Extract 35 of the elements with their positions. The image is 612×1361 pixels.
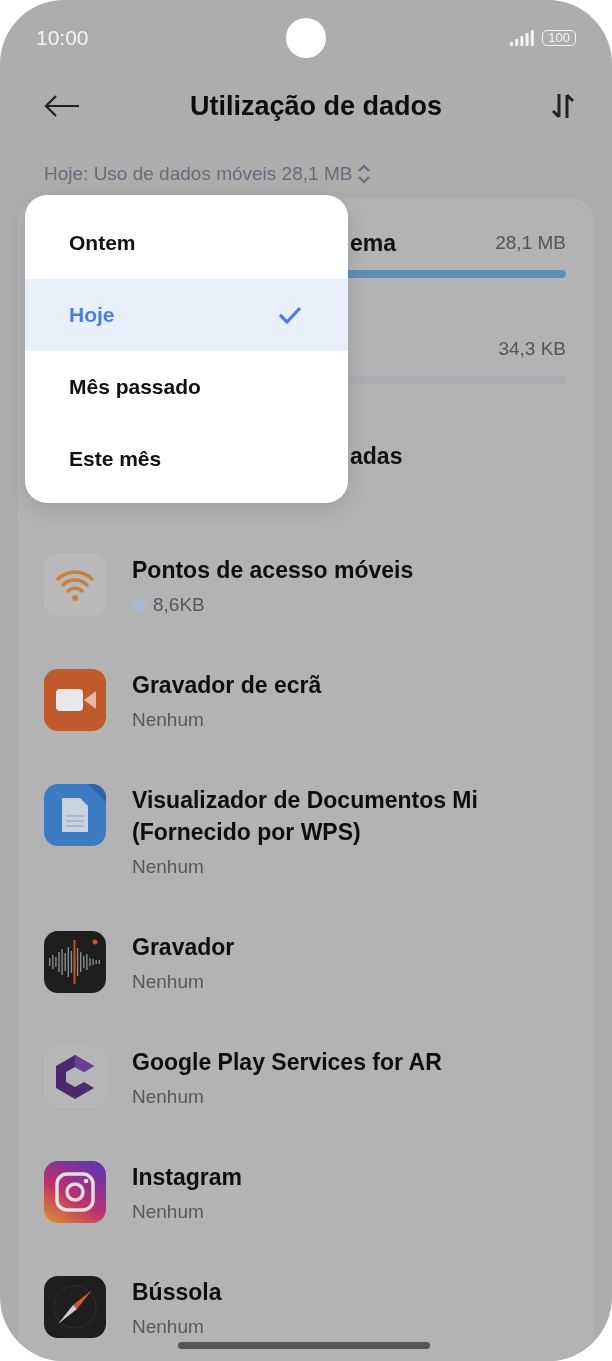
app-usage: Nenhum (132, 1201, 204, 1223)
camera-cutout (286, 18, 326, 58)
usage-value: 34,3 KB (498, 338, 566, 360)
back-icon[interactable] (44, 95, 80, 117)
app-usage: Nenhum (132, 971, 204, 993)
compass-icon (44, 1276, 106, 1338)
check-icon (278, 305, 302, 325)
app-name: Gravador de ecrã (132, 671, 322, 700)
menu-item[interactable]: Este mês (25, 423, 348, 495)
document-icon (44, 784, 106, 846)
status-time: 10:00 (36, 26, 89, 50)
app-name: Visualizador de Documentos Mi (Fornecido por WPS) (132, 786, 479, 847)
app-usage: Nenhum (132, 856, 204, 878)
camera-icon (44, 1161, 106, 1223)
video-camera-icon (44, 669, 106, 731)
app-name: Gravador (132, 933, 235, 962)
usage-label: ema (350, 229, 397, 257)
sort-icon[interactable] (552, 93, 574, 119)
app-name: Pontos de acesso móveis (132, 556, 414, 585)
app-usage: Nenhum (132, 709, 204, 731)
app-usage: 8,6KB (153, 594, 205, 616)
wifi-icon (44, 554, 106, 616)
app-usage: Nenhum (132, 1086, 204, 1108)
signal-icon (510, 30, 537, 46)
app-usage: Nenhum (132, 1316, 204, 1338)
battery-icon: 100 (542, 30, 576, 46)
usage-value: 28,1 MB (495, 232, 566, 254)
menu-item[interactable]: Mês passado (25, 351, 348, 423)
app-name: Instagram (132, 1163, 242, 1192)
section-title: adas (350, 442, 404, 470)
app-name: Bússola (132, 1278, 222, 1307)
sound-wave-icon (44, 931, 106, 993)
page-title: Utilização de dados (189, 90, 443, 122)
menu-item[interactable]: Ontem (25, 207, 348, 279)
app-name: Google Play Services for AR (132, 1048, 442, 1077)
